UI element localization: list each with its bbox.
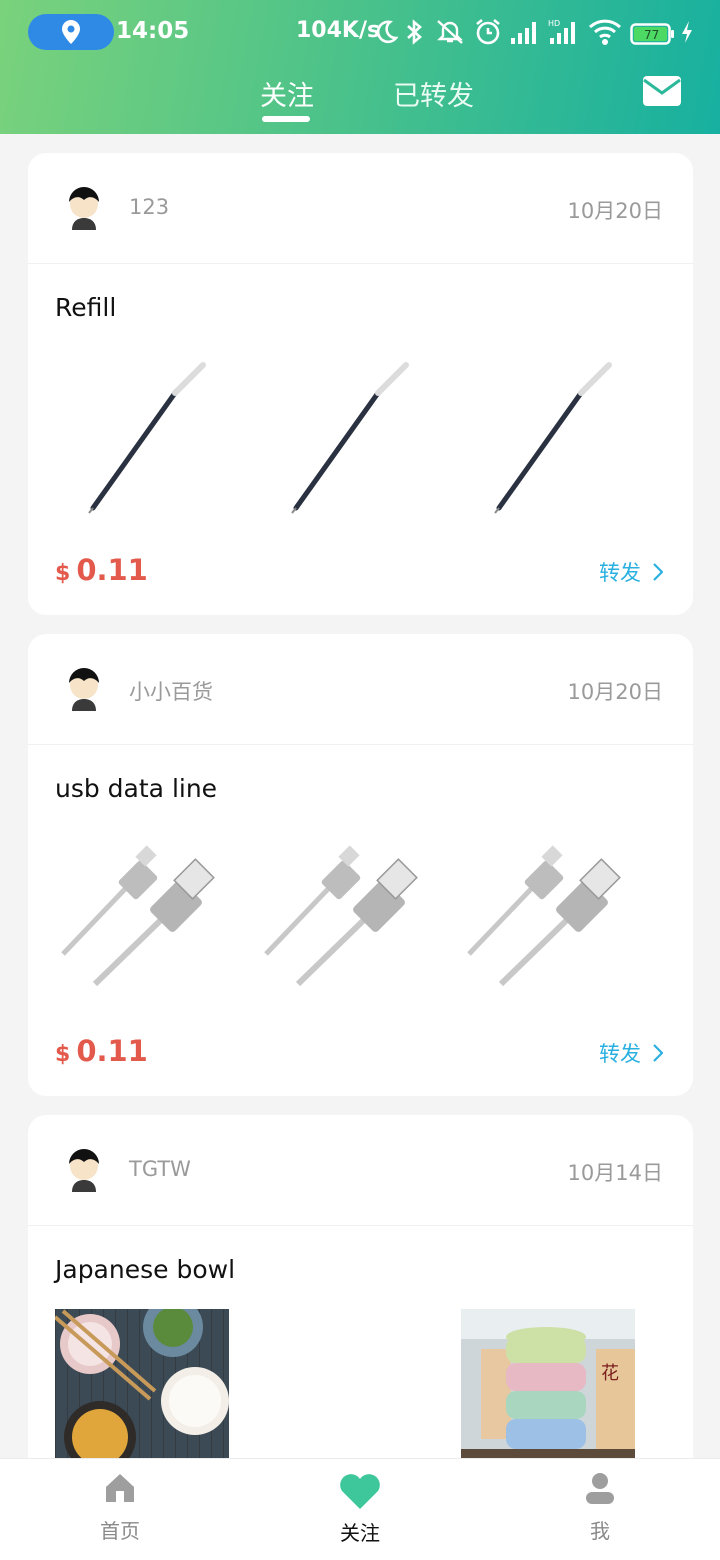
avatar[interactable]: [64, 186, 104, 230]
nav-me[interactable]: 我: [540, 1471, 660, 1544]
heart-icon: [340, 1474, 380, 1509]
product-image[interactable]: [55, 353, 229, 523]
tab-forwarded[interactable]: 已转发: [393, 74, 474, 113]
alarm-icon: [476, 18, 500, 45]
signal-hd-icon: HD: [548, 19, 575, 44]
status-time: 14:05: [116, 18, 190, 44]
nav-label: 我: [590, 1519, 610, 1543]
vibrate-off-icon: [437, 20, 463, 44]
product-image[interactable]: [461, 353, 635, 523]
product-images: [55, 353, 665, 523]
chevron-right-icon: [653, 563, 663, 581]
nav-label: 关注: [340, 1521, 380, 1545]
bluetooth-icon: [407, 19, 422, 45]
tab-active-indicator: [262, 116, 310, 122]
chevron-right-icon: [653, 1044, 663, 1062]
share-button[interactable]: 转发: [599, 557, 663, 587]
post-title[interactable]: usb data line: [55, 774, 217, 803]
nav-label: 首页: [100, 1519, 140, 1543]
currency-symbol: $: [55, 561, 71, 586]
header-tabs: 关注 已转发: [0, 70, 720, 130]
post-card[interactable]: 123 10月20日 Refill $0.11 转发: [28, 153, 693, 615]
share-label: 转发: [599, 561, 641, 585]
share-label: 转发: [599, 1042, 641, 1066]
moon-icon: [376, 20, 398, 44]
product-image[interactable]: [258, 834, 432, 1004]
feed-list[interactable]: 123 10月20日 Refill $0.11 转发 小小百货 10月20日 u…: [0, 134, 720, 1458]
tab-label: 已转发: [393, 81, 474, 112]
product-image[interactable]: [258, 353, 432, 523]
share-button[interactable]: 转发: [599, 1038, 663, 1068]
price-value: 0.11: [76, 553, 148, 587]
home-icon: [106, 1474, 134, 1502]
product-image[interactable]: 花: [461, 1309, 635, 1458]
wifi-icon: [588, 19, 622, 45]
product-image[interactable]: [55, 834, 229, 1004]
post-price: $0.11: [55, 553, 148, 587]
avatar[interactable]: [64, 667, 104, 711]
charging-icon: [682, 21, 692, 43]
post-header: TGTW 10月14日: [28, 1115, 693, 1226]
post-card[interactable]: TGTW 10月14日 Japanese bowl 花: [28, 1115, 693, 1458]
post-title[interactable]: Japanese bowl: [55, 1255, 235, 1284]
post-date: 10月20日: [567, 199, 663, 223]
nav-home[interactable]: 首页: [60, 1471, 180, 1544]
svg-text:HD: HD: [548, 19, 560, 28]
avatar[interactable]: [64, 1148, 104, 1192]
post-header: 小小百货 10月20日: [28, 634, 693, 745]
post-username[interactable]: 123: [129, 195, 169, 219]
post-date: 10月14日: [567, 1161, 663, 1185]
mail-icon[interactable]: [642, 74, 682, 108]
post-title[interactable]: Refill: [55, 293, 116, 322]
post-username[interactable]: 小小百货: [129, 676, 213, 706]
post-header: 123 10月20日: [28, 153, 693, 264]
location-pill: [28, 14, 114, 50]
person-icon: [586, 1473, 614, 1504]
product-image[interactable]: [461, 834, 635, 1004]
battery-level: 77: [644, 28, 659, 42]
post-price: $0.11: [55, 1034, 148, 1068]
tab-following[interactable]: 关注: [260, 74, 314, 122]
location-icon: [62, 20, 80, 44]
svg-text:花: 花: [601, 1363, 619, 1384]
product-image[interactable]: [55, 1309, 229, 1458]
status-bar: 14:05 104K/s HD 77: [0, 0, 720, 64]
post-date: 10月20日: [567, 680, 663, 704]
post-card[interactable]: 小小百货 10月20日 usb data line $0.11 转发: [28, 634, 693, 1096]
app-header: 14:05 104K/s HD 77 关注 已转发: [0, 0, 720, 134]
signal-icon: [511, 22, 536, 44]
post-username[interactable]: TGTW: [129, 1157, 191, 1181]
network-speed: 104K/s: [296, 18, 381, 43]
price-value: 0.11: [76, 1034, 148, 1068]
product-images: [55, 834, 665, 1004]
tab-label: 关注: [260, 81, 314, 112]
nav-following[interactable]: 关注: [300, 1471, 420, 1546]
bottom-nav: 首页 关注 我: [0, 1458, 720, 1560]
currency-symbol: $: [55, 1042, 71, 1067]
battery-icon: 77: [630, 23, 674, 45]
